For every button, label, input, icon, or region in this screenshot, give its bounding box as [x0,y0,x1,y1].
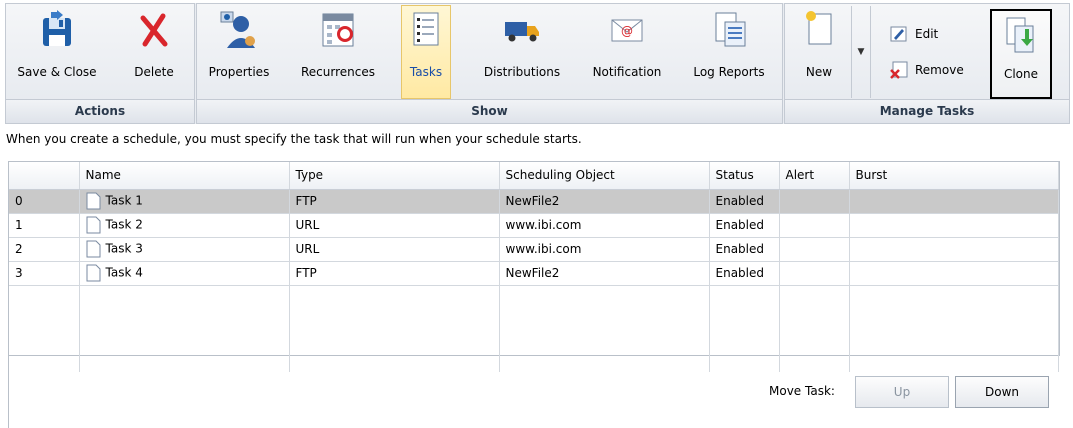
properties-icon [220,11,255,48]
task-burst [849,261,1059,286]
task-list-icon [413,12,439,46]
notification-button[interactable]: @ Notification [583,6,671,98]
edit-label: Edit [915,27,939,41]
new-button[interactable]: New [789,6,849,98]
remove-x-icon [890,61,908,79]
table-row[interactable]: 3 Task 4 FTP NewFile2 Enabled [9,261,1059,286]
delete-button[interactable]: Delete [124,6,184,98]
column-header-index[interactable] [9,162,80,190]
task-alert [779,213,850,238]
task-name: Task 1 [105,193,143,208]
delivery-truck-icon [505,22,539,42]
new-label: New [805,65,833,79]
row-index: 3 [9,261,80,286]
task-type: FTP [289,189,500,214]
clone-button[interactable]: Clone [990,9,1052,99]
row-index: 1 [9,213,80,238]
manage-tasks-group-label: Manage Tasks [785,99,1069,123]
new-document-icon [806,11,832,45]
log-reports-button[interactable]: Log Reports [685,6,773,98]
save-close-label: Save & Close [17,65,97,79]
remove-button[interactable]: Remove [889,60,964,80]
task-status: Enabled [709,261,780,286]
edit-button[interactable]: Edit [889,24,938,44]
column-header-type[interactable]: Type [289,162,500,190]
table-row[interactable]: 0 Task 1 FTP NewFile2 Enabled [9,189,1059,214]
task-type: URL [289,213,500,238]
log-report-icon [715,12,746,47]
show-group: Properties Recurrences Tasks Distributio… [196,3,783,124]
table-row[interactable]: 2 Task 3 URL www.ibi.com Enabled [9,237,1059,262]
notification-label: Notification [592,65,662,79]
task-status: Enabled [709,237,780,262]
document-icon [86,216,100,234]
remove-label: Remove [915,63,964,77]
task-alert [779,261,850,286]
task-scheduling-object: NewFile2 [499,261,710,286]
task-burst [849,237,1059,262]
schedule-info-text: When you create a schedule, you must spe… [6,132,582,146]
column-header-alert[interactable]: Alert [779,162,850,190]
task-alert [779,237,850,262]
edit-pencil-icon [890,26,907,42]
clone-label: Clone [1003,67,1039,81]
tasks-grid: Name Type Scheduling Object Status Alert… [8,161,1060,372]
tasks-table: Name Type Scheduling Object Status Alert… [9,162,1059,372]
distributions-label: Distributions [483,65,561,79]
show-group-label: Show [197,99,782,123]
task-name: Task 2 [105,217,143,232]
task-burst [849,189,1059,214]
document-icon [86,192,100,210]
task-name-cell: Task 4 [79,261,290,286]
recurrences-button[interactable]: Recurrences [287,6,389,98]
task-scheduling-object: www.ibi.com [499,237,710,262]
table-header-row: Name Type Scheduling Object Status Alert… [9,162,1059,190]
clone-document-icon [1006,17,1034,53]
document-icon [86,240,100,258]
actions-group-label: Actions [6,99,194,123]
task-alert [779,189,850,214]
task-name: Task 3 [105,241,143,256]
red-x-icon [140,13,168,47]
task-scheduling-object: www.ibi.com [499,213,710,238]
email-envelope-icon: @ [611,19,643,42]
task-burst [849,213,1059,238]
document-icon [86,264,100,282]
column-header-scheduling-object[interactable]: Scheduling Object [499,162,710,190]
task-status: Enabled [709,213,780,238]
row-index: 2 [9,237,80,262]
task-scheduling-object: NewFile2 [499,189,710,214]
task-name: Task 4 [105,265,143,280]
task-status: Enabled [709,189,780,214]
floppy-disk-icon [43,10,71,46]
column-header-burst[interactable]: Burst [849,162,1059,190]
actions-group: Save & Close Delete Actions [5,3,195,124]
tasks-label: Tasks [409,65,443,79]
column-header-status[interactable]: Status [709,162,780,190]
table-row[interactable]: 1 Task 2 URL www.ibi.com Enabled [9,213,1059,238]
recurrences-label: Recurrences [301,65,375,79]
ribbon-toolbar: Save & Close Delete Actions Properties R… [5,3,1070,124]
distributions-button[interactable]: Distributions [475,6,569,98]
tasks-button[interactable]: Tasks [401,5,451,99]
row-index: 0 [9,189,80,214]
column-header-name[interactable]: Name [79,162,290,190]
move-down-button[interactable]: Down [955,376,1049,408]
manage-tasks-group: New ▼ Edit Remove Clone Manage Tasks [784,3,1070,124]
move-task-label: Move Task: [769,384,835,398]
log-reports-label: Log Reports [693,65,765,79]
delete-label: Delete [134,65,174,79]
task-name-cell: Task 1 [79,189,290,214]
task-type: URL [289,237,500,262]
properties-label: Properties [208,65,270,79]
svg-text:@: @ [621,24,633,38]
task-name-cell: Task 2 [79,213,290,238]
properties-button[interactable]: Properties [201,6,277,98]
save-close-button[interactable]: Save & Close [14,6,100,98]
calendar-icon [322,13,354,47]
task-name-cell: Task 3 [79,237,290,262]
task-type: FTP [289,261,500,286]
new-dropdown-arrow[interactable]: ▼ [851,6,871,98]
move-up-button[interactable]: Up [855,376,949,408]
